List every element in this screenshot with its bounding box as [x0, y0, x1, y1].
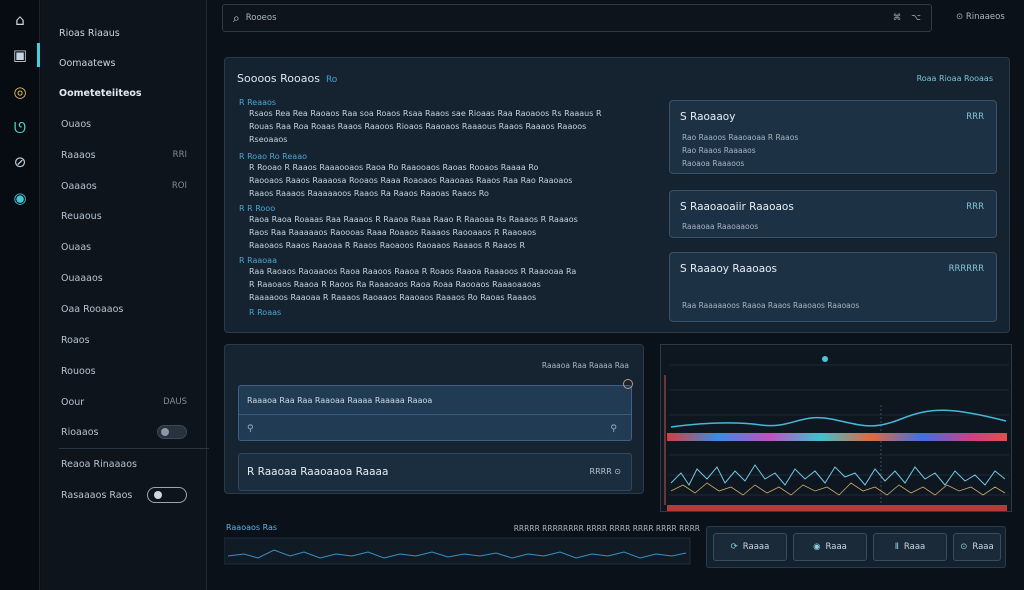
sidebar-badge: RRI — [172, 150, 187, 160]
chart-svg — [664, 356, 1009, 511]
bottom-strip: Raaoaos Ras RRRRR RRRRRRRR RRRR RRRR RRR… — [224, 520, 700, 570]
chip-icon[interactable]: ▣ — [8, 43, 40, 67]
link-icon[interactable]: ⊘ — [8, 150, 32, 174]
target-icon: ⊙ — [960, 542, 968, 552]
sidebar-item-active[interactable]: Oometeteiiteos — [41, 82, 207, 104]
status-dot-icon — [623, 379, 633, 389]
sidebar-divider — [59, 448, 209, 449]
log-footer: R Roaas — [249, 308, 282, 317]
toggle-switch[interactable] — [147, 487, 187, 503]
message-input[interactable]: Raaaoa Raa Raa Raaoaa Raaaa Raaaaa Raaoa… — [238, 385, 632, 441]
layers-icon[interactable]: ◎ — [8, 80, 32, 104]
search-bar[interactable]: ⌕ Rooeos ⌘ ⌥ — [222, 4, 932, 32]
sidebar-item[interactable]: Ouaos — [41, 113, 207, 135]
action-row[interactable]: R Raaoaa Raaoaaoa Raaaa RRRR ⊙ — [238, 453, 632, 491]
chart-grid — [669, 364, 1009, 496]
control-buttons: ⟳ Raaaa ◉ Raaa Ⅱ Raaa ⊙ Raaa — [706, 526, 1006, 568]
info-card[interactable]: S Raoaaoy RRR Rao Raaoos Raaoaoaa R Raao… — [669, 100, 997, 174]
sidebar-item[interactable]: Raaaos RRI — [41, 144, 207, 166]
search-icon: ⌕ — [233, 10, 240, 25]
panel-meta: Roaa Rioaa Rooaas — [916, 74, 993, 83]
log-entry: R Roao Ro Reaao R Rooao R Raaos Raaaooao… — [239, 152, 573, 198]
log-entry: R Raaoaa Raa Raoaos Raoaaoos Raoa Raaoos… — [239, 256, 577, 302]
refresh-button[interactable]: ⟳ Raaaa — [713, 533, 787, 561]
sidebar-section-header[interactable]: Rioas Riaaus — [41, 22, 207, 44]
icon-rail: ⌂ ▣ ◎ ᘎ ⊘ ◉ — [0, 0, 40, 590]
sidebar-item[interactable]: Oomaatews — [41, 52, 207, 74]
search-input[interactable]: Rooeos — [246, 13, 883, 23]
globe-icon[interactable]: ◉ — [8, 186, 32, 210]
record-icon: ◉ — [813, 542, 821, 552]
sidebar-footer-item[interactable]: Reaoa Rinaaaos — [41, 453, 207, 475]
target-icon[interactable]: ⊙ — [614, 467, 621, 476]
sidebar-item[interactable]: Ouaas — [41, 236, 207, 258]
strip-stats: RRRRR RRRRRRRR RRRR RRRR RRRR RRRR RRRR — [513, 524, 700, 533]
sidebar: Rioas Riaaus Oomaatews Oometeteiiteos Ou… — [41, 0, 209, 590]
baseline-band — [667, 505, 1007, 511]
title-tag: Ro — [325, 75, 338, 85]
panel-title: Soooos Rooaos Ro — [237, 72, 338, 85]
shortcut-hint: ⌥ — [911, 13, 921, 23]
shortcut-hint: ⌘ — [892, 13, 902, 23]
message-panel: Raaaoa Raa Raaaa Raa Raaaoa Raa Raa Raao… — [224, 344, 644, 494]
log-entry: R Reaaos Rsaos Rea Rea Raoaos Raa soa Ro… — [239, 98, 602, 144]
info-card[interactable]: S Raaaoy Raaoaos RRRRRR Raa Raaaaaoos Ra… — [669, 252, 997, 322]
refresh-icon: ⟳ — [730, 542, 738, 552]
sidebar-item[interactable]: Oaaaos ROI — [41, 175, 207, 197]
sidebar-footer-item[interactable]: Rasaaaos Raos — [41, 484, 207, 506]
target-button[interactable]: ⊙ Raaa — [953, 533, 1001, 561]
spectrum-band — [667, 433, 1007, 441]
signal-line — [670, 409, 1007, 428]
toggle-switch[interactable] — [157, 425, 187, 439]
log-entry: R R Rooo Raoa Raoa Roaaas Raa Raaaos R R… — [239, 204, 578, 250]
sidebar-badge: DAUS — [163, 397, 187, 407]
chart-marker[interactable] — [822, 356, 828, 362]
pause-icon: Ⅱ — [894, 542, 899, 552]
sidebar-item-toggle[interactable]: Rioaaos — [41, 421, 207, 443]
noise-line-secondary — [670, 482, 1006, 496]
sidebar-badge: ROI — [171, 181, 187, 191]
sidebar-item[interactable]: Reuaous — [41, 205, 207, 227]
signal-chart — [660, 344, 1012, 512]
pause-button[interactable]: Ⅱ Raaa — [873, 533, 947, 561]
sidebar-item[interactable]: Oour DAUS — [41, 391, 207, 413]
sidebar-item[interactable]: Roaos — [41, 329, 207, 351]
sidebar-item[interactable]: Rouoos — [41, 360, 207, 382]
send-icon[interactable]: ⚲ — [610, 424, 617, 434]
sidebar-item[interactable]: Ouaaaos — [41, 267, 207, 289]
divider — [239, 414, 631, 415]
strip-title: Raaoaos Ras — [226, 523, 278, 532]
sidebar-item[interactable]: Oaa Rooaaos — [41, 298, 207, 320]
sparkline — [224, 537, 691, 565]
log-panel: Soooos Rooaos Ro Roaa Rioaa Rooaas R Reaa… — [224, 57, 1010, 333]
home-icon[interactable]: ⌂ — [8, 8, 32, 32]
info-card[interactable]: S Raaoaoaiir Raaoaos RRR Raaaoaa Raaoaao… — [669, 190, 997, 238]
action-value: RRRR ⊙ — [589, 467, 621, 476]
flow-icon[interactable]: ᘎ — [8, 116, 32, 140]
status-dot-icon: ⊙ — [956, 12, 966, 22]
panel-label: Raaaoa Raa Raaaa Raa — [541, 361, 629, 370]
status-indicator[interactable]: ⊙ Rinaaeos — [956, 12, 1005, 22]
record-button[interactable]: ◉ Raaa — [793, 533, 867, 561]
attach-icon[interactable]: ⚲ — [247, 424, 254, 434]
